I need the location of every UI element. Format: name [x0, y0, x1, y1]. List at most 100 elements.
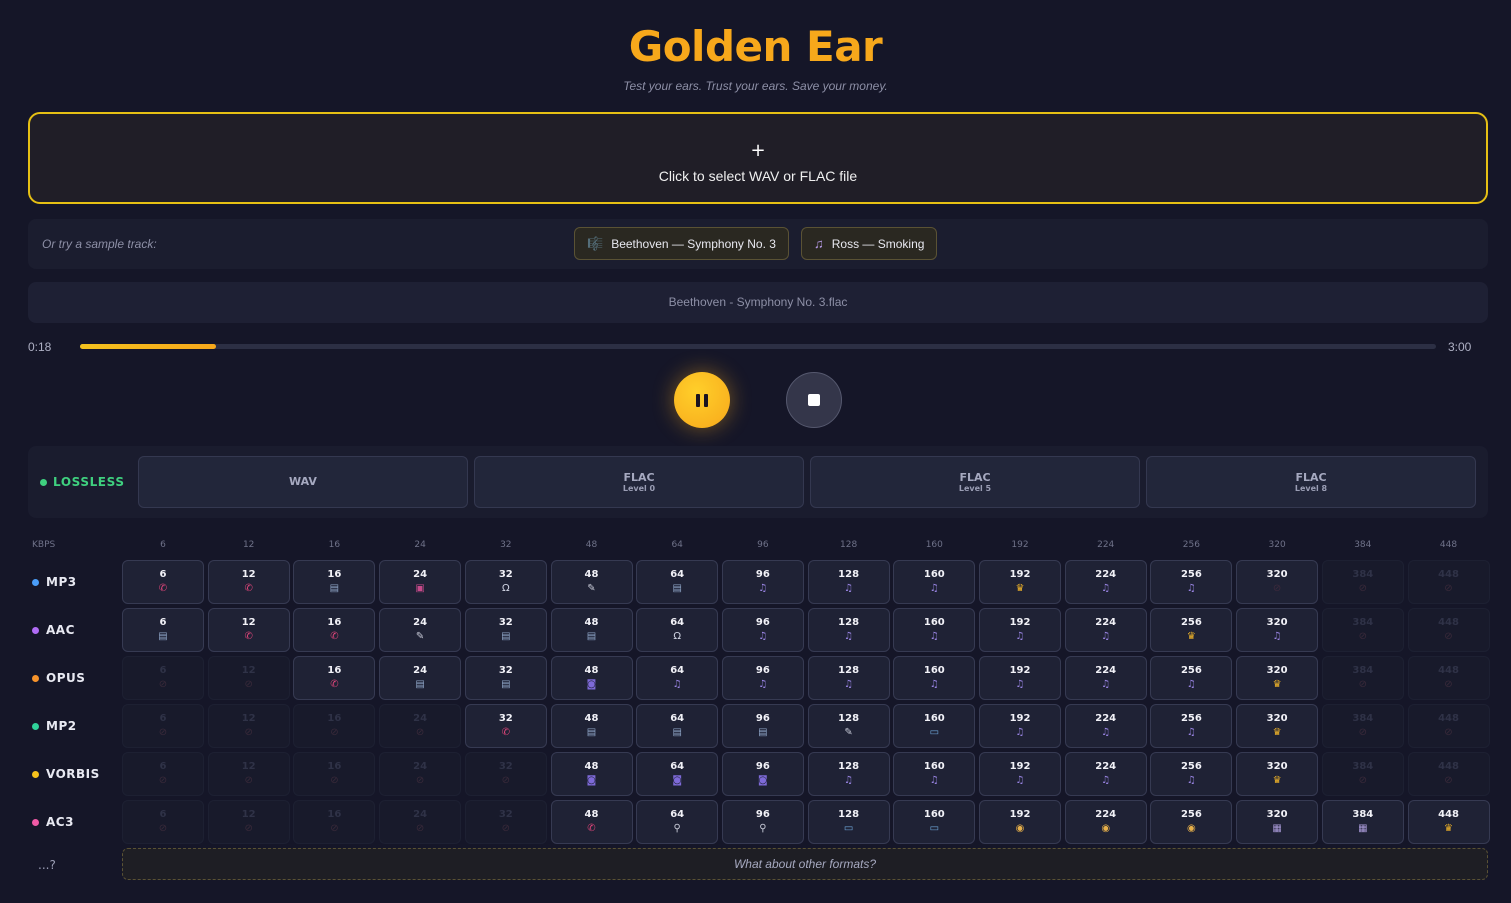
bitrate-cell-ac3-256[interactable]: 256 ◉: [1150, 800, 1233, 844]
bitrate-cell-opus-320[interactable]: 320 ♛: [1236, 656, 1319, 700]
bitrate-cell-mp3-12[interactable]: 12 ✆: [207, 560, 290, 604]
bitrate-cell-mp3-320[interactable]: 320 ⊘: [1236, 560, 1319, 604]
bitrate-cell-mp2-48[interactable]: 48 ▤: [550, 704, 633, 748]
sample-track-beethoven-button[interactable]: 🎼 Beethoven — Symphony No. 3: [574, 227, 789, 260]
bitrate-cell-mp2-320[interactable]: 320 ♛: [1236, 704, 1319, 748]
music-note-icon: ♫: [1015, 679, 1025, 690]
bitrate-value: 24: [413, 809, 428, 820]
unavailable-icon: ⊘: [158, 727, 168, 738]
bitrate-cell-opus-64[interactable]: 64 ♫: [636, 656, 719, 700]
bitrate-cell-mp2-192[interactable]: 192 ♫: [979, 704, 1061, 748]
bitrate-value: 48: [584, 665, 599, 676]
bitrate-cell-aac-16[interactable]: 16 ✆: [293, 608, 376, 652]
bitrate-cell-ac3-384[interactable]: 384 ▦: [1321, 800, 1404, 844]
bitrate-value: 224: [1095, 713, 1117, 724]
bitrate-cell-vorbis-96[interactable]: 96 ◙: [721, 752, 804, 796]
bitrate-cell-opus-16[interactable]: 16 ✆: [293, 656, 376, 700]
bitrate-cell-vorbis-192[interactable]: 192 ♫: [979, 752, 1061, 796]
bitrate-cell-mp2-128[interactable]: 128 ✎: [807, 704, 890, 748]
bitrate-cell-aac-192[interactable]: 192 ♫: [979, 608, 1061, 652]
bitrate-cell-ac3-224[interactable]: 224 ◉: [1064, 800, 1147, 844]
bitrate-cell-opus-256[interactable]: 256 ♫: [1150, 656, 1233, 700]
bitrate-cell-mp3-32[interactable]: 32 Ω: [464, 560, 547, 604]
pause-button[interactable]: [674, 372, 730, 428]
bitrate-cell-ac3-48[interactable]: 48 ✆: [550, 800, 633, 844]
bitrate-cell-aac-224[interactable]: 224 ♫: [1064, 608, 1147, 652]
bitrate-cell-aac-160[interactable]: 160 ♫: [893, 608, 976, 652]
bitrate-cell-mp2-96[interactable]: 96 ▤: [721, 704, 804, 748]
bitrate-cell-mp3-160[interactable]: 160 ♫: [893, 560, 976, 604]
bitrate-cell-opus-96[interactable]: 96 ♫: [721, 656, 804, 700]
lossless-label-text: LOSSLESS: [53, 475, 125, 489]
bitrate-cell-ac3-320[interactable]: 320 ▦: [1236, 800, 1319, 844]
bitrate-cell-aac-32[interactable]: 32 ▤: [464, 608, 547, 652]
bitrate-cell-aac-320[interactable]: 320 ♫: [1236, 608, 1319, 652]
music-note-icon: ♫: [1015, 727, 1025, 738]
sample-track-ross-button[interactable]: ♫ Ross — Smoking: [801, 227, 938, 260]
bitrate-cell-aac-64[interactable]: 64 Ω: [636, 608, 719, 652]
bitrate-cell-opus-48[interactable]: 48 ◙: [550, 656, 633, 700]
bitrate-value: 6: [159, 809, 167, 820]
bitrate-cell-opus-192[interactable]: 192 ♫: [979, 656, 1061, 700]
bitrate-cell-mp3-48[interactable]: 48 ✎: [550, 560, 633, 604]
bitrate-cell-opus-32[interactable]: 32 ▤: [464, 656, 547, 700]
lossless-flac-5-button[interactable]: FLAC Level 5: [810, 456, 1140, 508]
bitrate-cell-opus-160[interactable]: 160 ♫: [893, 656, 976, 700]
bitrate-cell-mp3-64[interactable]: 64 ▤: [636, 560, 719, 604]
music-note-icon: ♫: [929, 679, 939, 690]
sample-track-bar: Or try a sample track: 🎼 Beethoven — Sym…: [28, 219, 1488, 269]
file-dropzone[interactable]: + Click to select WAV or FLAC file: [28, 112, 1488, 204]
bitrate-cell-mp2-224[interactable]: 224 ♫: [1064, 704, 1147, 748]
bitrate-cell-opus-24[interactable]: 24 ▤: [379, 656, 462, 700]
bitrate-cell-vorbis-64[interactable]: 64 ◙: [636, 752, 719, 796]
bitrate-cell-mp2-160[interactable]: 160 ▭: [893, 704, 976, 748]
bitrate-value: 64: [670, 809, 685, 820]
stop-button[interactable]: [786, 372, 842, 428]
bitrate-cell-mp2-16: 16 ⊘: [293, 704, 376, 748]
other-formats-button[interactable]: What about other formats?: [122, 848, 1488, 880]
lossless-flac-0-button[interactable]: FLAC Level 0: [474, 456, 804, 508]
bitrate-cell-mp2-256[interactable]: 256 ♫: [1150, 704, 1233, 748]
lossless-flac-8-button[interactable]: FLAC Level 8: [1146, 456, 1476, 508]
bitrate-cell-mp3-224[interactable]: 224 ♫: [1064, 560, 1147, 604]
bitrate-cell-ac3-192[interactable]: 192 ◉: [979, 800, 1061, 844]
bitrate-cell-vorbis-224[interactable]: 224 ♫: [1064, 752, 1147, 796]
bitrate-value: 192: [1009, 665, 1031, 676]
codec-name: MP2: [46, 719, 77, 733]
bitrate-cell-opus-128[interactable]: 128 ♫: [807, 656, 890, 700]
bitrate-cell-mp2-32[interactable]: 32 ✆: [464, 704, 547, 748]
lossless-wav-button[interactable]: WAV: [138, 456, 468, 508]
bitrate-cell-vorbis-160[interactable]: 160 ♫: [893, 752, 976, 796]
bitrate-cell-ac3-64[interactable]: 64 ⚲: [636, 800, 719, 844]
bitrate-cell-aac-48[interactable]: 48 ▤: [550, 608, 633, 652]
bitrate-cell-ac3-160[interactable]: 160 ▭: [893, 800, 976, 844]
bitrate-cell-ac3-96[interactable]: 96 ⚲: [721, 800, 804, 844]
bitrate-cell-mp3-16[interactable]: 16 ▤: [293, 560, 376, 604]
bitrate-cell-vorbis-48[interactable]: 48 ◙: [550, 752, 633, 796]
bitrate-cell-vorbis-256[interactable]: 256 ♫: [1150, 752, 1233, 796]
bitrate-cell-ac3-128[interactable]: 128 ▭: [807, 800, 890, 844]
bitrate-cell-aac-12[interactable]: 12 ✆: [207, 608, 290, 652]
bitrate-cell-mp3-6[interactable]: 6 ✆: [122, 560, 204, 604]
bitrate-cell-vorbis-320[interactable]: 320 ♛: [1236, 752, 1319, 796]
bitrate-value: 224: [1095, 809, 1117, 820]
bitrate-cell-ac3-448[interactable]: 448 ♛: [1407, 800, 1490, 844]
bitrate-cell-aac-96[interactable]: 96 ♫: [721, 608, 804, 652]
progress-bar[interactable]: [80, 344, 1436, 349]
bitrate-cell-mp3-192[interactable]: 192 ♛: [979, 560, 1061, 604]
bitrate-cell-aac-128[interactable]: 128 ♫: [807, 608, 890, 652]
bitrate-value: 448: [1438, 665, 1459, 676]
bitrate-cell-mp3-96[interactable]: 96 ♫: [721, 560, 804, 604]
bitrate-cell-opus-224[interactable]: 224 ♫: [1064, 656, 1147, 700]
bitrate-cell-mp2-64[interactable]: 64 ▤: [636, 704, 719, 748]
bitrate-cell-aac-256[interactable]: 256 ♛: [1150, 608, 1233, 652]
bitrate-cell-vorbis-128[interactable]: 128 ♫: [807, 752, 890, 796]
bitrate-cell-mp3-256[interactable]: 256 ♫: [1150, 560, 1233, 604]
bitrate-cell-mp3-24[interactable]: 24 ▣: [379, 560, 462, 604]
music-note-icon: ♫: [1101, 679, 1111, 690]
codec-label-vorbis: VORBIS: [32, 767, 100, 781]
bitrate-cell-mp3-128[interactable]: 128 ♫: [807, 560, 890, 604]
bitrate-cell-aac-24[interactable]: 24 ✎: [379, 608, 462, 652]
format-level: Level 8: [1294, 484, 1328, 493]
bitrate-cell-aac-6[interactable]: 6 ▤: [122, 608, 204, 652]
